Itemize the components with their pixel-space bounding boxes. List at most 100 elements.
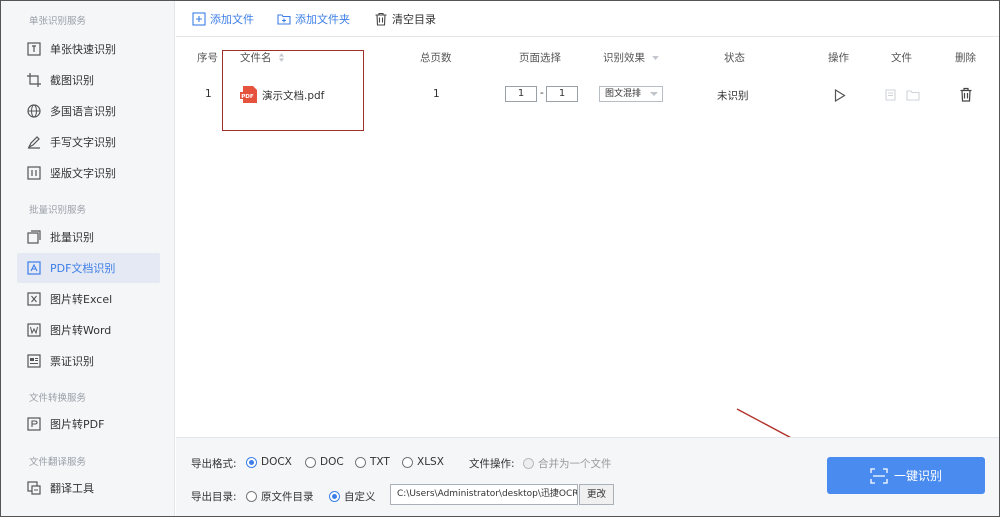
effect-select[interactable]: 图文混排	[599, 86, 663, 102]
sidebar-item-handwriting[interactable]: 手写文字识别	[17, 127, 160, 157]
section-title-single: 单张识别服务	[29, 16, 87, 27]
crop-icon	[27, 73, 41, 87]
sidebar-item-label: 翻译工具	[50, 482, 94, 495]
add-file-label: 添加文件	[210, 13, 254, 26]
merge-files-radio[interactable]: 合并为一个文件	[523, 456, 612, 471]
one-click-ocr-button[interactable]: 一键识别	[827, 457, 985, 494]
sidebar-item-vertical-text[interactable]: 竖版文字识别	[17, 158, 160, 188]
pen-icon	[27, 135, 41, 149]
radio-indicator	[329, 491, 340, 502]
globe-icon	[27, 104, 41, 118]
sidebar-item-label: 票证识别	[50, 355, 94, 368]
add-folder-label: 添加文件夹	[295, 13, 350, 26]
format-txt-label: TXT	[370, 456, 390, 468]
play-icon[interactable]	[834, 89, 846, 102]
col-header-file: 文件	[891, 52, 912, 64]
row-pages: 1	[433, 88, 440, 100]
sidebar-item-quick-ocr[interactable]: 单张快速识别	[17, 34, 160, 64]
dir-radio-custom[interactable]: 自定义	[329, 489, 376, 504]
annotation-highlight-box	[222, 50, 364, 131]
sidebar-item-label: 竖版文字识别	[50, 167, 116, 180]
col-header-page-select: 页面选择	[519, 52, 561, 64]
sidebar: 单张识别服务 单张快速识别 截图识别 多国语言识别 手写文字识别 竖版文字识别 …	[1, 1, 175, 516]
radio-indicator	[246, 456, 257, 468]
scan-icon	[870, 467, 888, 484]
col-header-status: 状态	[724, 52, 745, 64]
sidebar-item-translate[interactable]: 翻译工具	[17, 473, 160, 503]
add-file-icon	[192, 12, 206, 26]
section-title-translate: 文件翻译服务	[29, 457, 87, 468]
page-to-input[interactable]: 1	[546, 86, 578, 102]
add-folder-button[interactable]: 添加文件夹	[277, 11, 350, 27]
sidebar-item-label: 图片转Word	[50, 324, 112, 337]
col-header-action: 操作	[828, 52, 849, 64]
batch-icon	[27, 230, 41, 244]
format-radio-txt[interactable]: TXT	[355, 456, 390, 468]
format-radio-doc[interactable]: DOC	[305, 456, 344, 468]
sidebar-item-to-excel[interactable]: 图片转Excel	[17, 284, 160, 314]
chevron-down-icon	[652, 56, 660, 61]
sidebar-item-label: 多国语言识别	[50, 105, 116, 118]
radio-indicator	[523, 458, 534, 469]
col-header-index: 序号	[197, 52, 218, 64]
radio-indicator	[246, 491, 257, 502]
sidebar-item-pdf-ocr[interactable]: PDF文档识别	[17, 253, 160, 283]
section-title-convert: 文件转换服务	[29, 393, 87, 404]
format-doc-label: DOC	[320, 456, 344, 468]
sidebar-item-label: 图片转Excel	[50, 293, 113, 306]
translate-icon	[27, 481, 41, 495]
format-docx-label: DOCX	[261, 456, 292, 468]
ticket-icon	[27, 354, 41, 368]
col-header-effect[interactable]: 识别效果	[603, 50, 660, 65]
chevron-down-icon	[650, 92, 658, 96]
add-folder-icon	[277, 14, 291, 25]
row-index: 1	[205, 88, 212, 100]
page-from-input[interactable]: 1	[505, 86, 537, 102]
col-header-delete: 删除	[955, 52, 976, 64]
page-range-separator: -	[540, 87, 544, 99]
dir-custom-label: 自定义	[344, 491, 376, 503]
vertical-text-icon	[27, 166, 41, 180]
sidebar-item-to-word[interactable]: 图片转Word	[17, 315, 160, 345]
change-path-button[interactable]: 更改	[579, 484, 614, 505]
col-header-pages: 总页数	[420, 52, 452, 64]
image-text-icon	[27, 42, 41, 56]
radio-indicator	[355, 456, 366, 468]
sidebar-item-ticket[interactable]: 票证识别	[17, 346, 160, 376]
add-file-button[interactable]: 添加文件	[192, 11, 254, 27]
clear-list-button[interactable]: 清空目录	[374, 11, 436, 27]
radio-indicator	[305, 456, 316, 468]
effect-select-value: 图文混排	[605, 89, 642, 99]
sidebar-item-label: 图片转PDF	[50, 418, 105, 431]
sidebar-item-batch[interactable]: 批量识别	[17, 222, 160, 252]
word-icon	[27, 323, 41, 337]
dir-original-label: 原文件目录	[261, 491, 314, 503]
trash-icon	[375, 12, 387, 26]
format-radio-docx[interactable]: DOCX	[246, 456, 292, 468]
sidebar-item-screenshot[interactable]: 截图识别	[17, 65, 160, 95]
row-status: 未识别	[717, 90, 749, 102]
pdf-convert-icon	[27, 417, 41, 431]
export-dir-label: 导出目录:	[191, 491, 237, 503]
delete-icon[interactable]	[959, 87, 973, 102]
format-xlsx-label: XLSX	[417, 456, 444, 468]
file-operation-label: 文件操作:	[469, 458, 515, 470]
sidebar-item-label: 截图识别	[50, 74, 94, 87]
section-title-batch: 批量识别服务	[29, 205, 87, 216]
col-header-effect-label: 识别效果	[603, 52, 645, 64]
dir-radio-original[interactable]: 原文件目录	[246, 489, 314, 504]
document-icon[interactable]	[885, 89, 896, 101]
pdf-icon	[27, 261, 41, 275]
export-path-input[interactable]: C:\Users\Administrator\desktop\迅捷OCR文	[390, 484, 578, 505]
sidebar-item-label: 手写文字识别	[50, 136, 116, 149]
one-click-ocr-label: 一键识别	[893, 469, 942, 483]
excel-icon	[27, 292, 41, 306]
sidebar-item-label: 单张快速识别	[50, 43, 116, 56]
format-radio-xlsx[interactable]: XLSX	[402, 456, 444, 468]
sidebar-item-to-pdf[interactable]: 图片转PDF	[17, 409, 160, 439]
sidebar-item-label: 批量识别	[50, 231, 94, 244]
folder-icon[interactable]	[906, 89, 920, 101]
sidebar-item-label: PDF文档识别	[50, 262, 116, 275]
export-format-label: 导出格式:	[191, 458, 237, 470]
sidebar-item-multilang[interactable]: 多国语言识别	[17, 96, 160, 126]
